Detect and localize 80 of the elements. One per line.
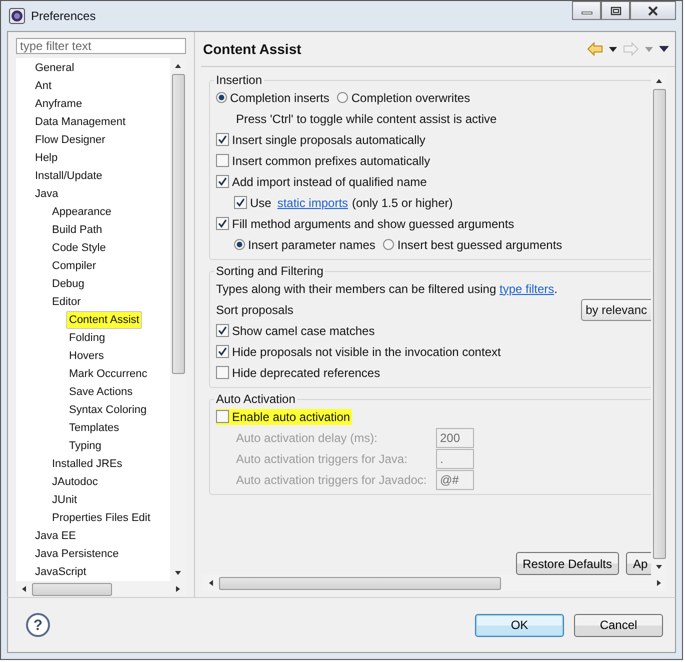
field-label: Auto activation triggers for Javadoc: bbox=[235, 472, 428, 486]
tree-item[interactable]: Hovers bbox=[66, 347, 107, 365]
static-imports-link[interactable]: static imports bbox=[277, 196, 348, 210]
description-text: Types along with their members can be filtered using type filters. bbox=[216, 282, 558, 296]
tree-item[interactable]: Installed JREs bbox=[49, 455, 126, 473]
checkbox-label[interactable]: Use bbox=[250, 196, 272, 210]
tree-item[interactable]: JavaScript bbox=[32, 563, 90, 581]
radio-option[interactable]: Insert parameter names bbox=[234, 238, 376, 252]
tree-item[interactable]: Content Assist bbox=[66, 311, 142, 329]
field-label: Auto activation delay (ms): bbox=[235, 430, 378, 444]
tree-item[interactable]: JAutodoc bbox=[49, 473, 101, 491]
checkbox[interactable] bbox=[216, 133, 229, 146]
tree-item[interactable]: Save Actions bbox=[66, 383, 136, 401]
checkbox-label[interactable]: Hide proposals not visible in the invocation context bbox=[232, 344, 501, 358]
checkbox[interactable] bbox=[216, 410, 229, 423]
tree-item[interactable]: Data Management bbox=[32, 113, 128, 131]
dialog-button[interactable]: Cancel bbox=[574, 614, 663, 636]
radio-option[interactable]: Completion inserts bbox=[216, 90, 330, 104]
field-label: Auto activation triggers for Java: bbox=[235, 452, 408, 466]
tree-item[interactable]: Mark Occurrenc bbox=[66, 365, 150, 383]
tree-item[interactable]: Folding bbox=[66, 329, 108, 347]
type-filters-link[interactable]: type filters bbox=[499, 282, 554, 296]
maximize-button[interactable] bbox=[601, 1, 630, 20]
close-icon bbox=[647, 6, 659, 16]
tree-item[interactable]: Java bbox=[32, 185, 62, 203]
checkbox[interactable] bbox=[216, 175, 229, 188]
tree-item[interactable]: Appearance bbox=[49, 203, 114, 221]
tree-item[interactable]: Install/Update bbox=[32, 167, 106, 185]
checkbox-label[interactable]: Insert single proposals automatically bbox=[232, 132, 426, 146]
checkbox-label[interactable]: Insert common prefixes automatically bbox=[232, 154, 430, 168]
page-button[interactable]: Restore Defaults bbox=[516, 552, 619, 575]
group-title: Sorting and Filtering bbox=[215, 264, 324, 278]
tree-item[interactable]: Flow Designer bbox=[32, 131, 108, 149]
dialog-button[interactable]: OK bbox=[475, 614, 564, 636]
page-button[interactable]: Ap bbox=[626, 552, 651, 575]
checkbox[interactable] bbox=[216, 366, 229, 379]
group-title: Auto Activation bbox=[215, 392, 296, 406]
dropdown-icon[interactable] bbox=[609, 46, 617, 52]
hint-text: Press 'Ctrl' to toggle while content assist is active bbox=[235, 112, 497, 126]
radio-option[interactable]: Insert best guessed arguments bbox=[383, 238, 562, 252]
tree-item[interactable]: General bbox=[32, 59, 78, 77]
tree-item[interactable]: Editor bbox=[49, 293, 84, 311]
checkbox[interactable] bbox=[216, 154, 229, 167]
filter-field[interactable]: type filter text bbox=[16, 38, 186, 54]
checkbox-note: (only 1.5 or higher) bbox=[352, 196, 453, 210]
back-arrow-icon[interactable] bbox=[587, 42, 603, 56]
checkbox[interactable] bbox=[216, 345, 229, 358]
tree-item[interactable]: Java Persistence bbox=[32, 545, 122, 563]
tree-item[interactable]: Anyframe bbox=[32, 95, 86, 113]
maximize-icon bbox=[610, 6, 622, 16]
checkbox-label[interactable]: Add import instead of qualified name bbox=[232, 174, 427, 188]
sort-label: Sort proposals bbox=[216, 302, 294, 316]
group-title: Insertion bbox=[215, 73, 264, 87]
checkbox-label[interactable]: Show camel case matches bbox=[232, 324, 375, 338]
tree-item[interactable]: Compiler bbox=[49, 257, 100, 275]
minimize-button[interactable] bbox=[572, 1, 601, 20]
checkbox-label[interactable]: Hide deprecated references bbox=[232, 366, 380, 380]
sort-dropdown[interactable]: by relevanc bbox=[580, 298, 651, 320]
window-title: Preferences bbox=[31, 9, 96, 23]
radio-option[interactable]: Completion overwrites bbox=[337, 90, 470, 104]
tree-item[interactable]: Ant bbox=[32, 77, 55, 95]
tree-item[interactable]: Syntax Coloring bbox=[66, 401, 150, 419]
close-button[interactable] bbox=[630, 1, 676, 20]
checkbox[interactable] bbox=[216, 324, 229, 337]
tree-item[interactable]: Templates bbox=[66, 419, 122, 437]
tree-item[interactable]: Code Style bbox=[49, 239, 109, 257]
tree-item[interactable]: Java EE bbox=[32, 527, 79, 545]
checkbox[interactable] bbox=[216, 217, 229, 230]
tree-item[interactable]: Debug bbox=[49, 275, 88, 293]
tree-item[interactable]: JUnit bbox=[49, 491, 80, 509]
tree-item[interactable]: Properties Files Edit bbox=[49, 509, 154, 527]
tree-item[interactable]: Help bbox=[32, 149, 61, 167]
checkbox-label[interactable]: Fill method arguments and show guessed arguments bbox=[232, 216, 514, 230]
checkbox[interactable] bbox=[234, 196, 247, 209]
app-icon bbox=[9, 8, 25, 24]
tree-item[interactable]: Build Path bbox=[49, 221, 106, 239]
menu-icon[interactable] bbox=[659, 46, 669, 52]
tree-item[interactable]: Typing bbox=[66, 437, 104, 455]
help-button[interactable]: ? bbox=[26, 613, 50, 637]
page-title: Content Assist bbox=[203, 41, 302, 57]
